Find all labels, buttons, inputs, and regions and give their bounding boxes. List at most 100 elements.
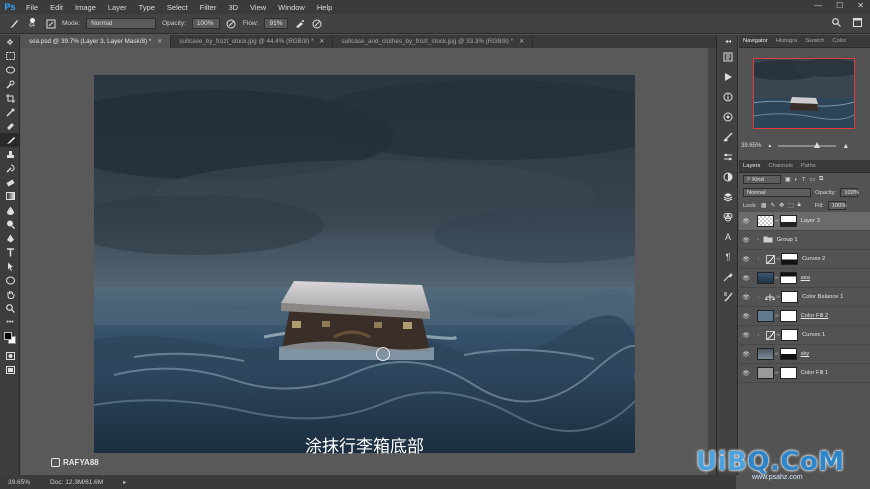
color-swatches[interactable] xyxy=(0,329,20,349)
blur-tool-icon[interactable] xyxy=(0,203,20,217)
link-icon[interactable]: ∞ xyxy=(777,332,781,338)
blend-mode-select[interactable]: Normal xyxy=(743,188,811,197)
eye-icon[interactable]: 👁︎ xyxy=(739,218,753,225)
close-icon[interactable]: ✕ xyxy=(157,38,162,45)
menu-select[interactable]: Select xyxy=(161,3,194,12)
status-menu-arrow-icon[interactable]: ▸ xyxy=(123,479,126,486)
layer-row-color-balance-1[interactable]: 👁︎ ↓ ∞ Color Balance 1 xyxy=(739,288,870,307)
tab-paths[interactable]: Paths xyxy=(797,163,820,169)
foreground-color-swatch[interactable] xyxy=(4,332,12,340)
layer-opacity-input[interactable]: 100% xyxy=(840,188,859,197)
pressure-size-icon[interactable] xyxy=(311,18,322,29)
filter-adjust-icon[interactable]: ◐ xyxy=(794,177,798,183)
navigator-zoom-value[interactable]: 39.65% xyxy=(741,143,761,149)
layer-row-color-fill-2[interactable]: 👁︎ ∞ Color Fill 2 xyxy=(739,307,870,326)
workspace-icon[interactable] xyxy=(853,18,862,29)
search-icon[interactable] xyxy=(832,18,841,29)
marquee-tool-icon[interactable] xyxy=(0,49,20,63)
tab-layers[interactable]: Layers xyxy=(739,163,764,169)
layer-row-sea[interactable]: 👁︎ ∞ sea xyxy=(739,269,870,288)
layer-row-sky[interactable]: 👁︎ ∞ sky xyxy=(739,345,870,364)
tab-swatches[interactable]: Swatch xyxy=(801,38,828,44)
move-tool-icon[interactable]: ✥ xyxy=(0,35,20,49)
menu-edit[interactable]: Edit xyxy=(44,3,69,12)
layer-row-curves-1[interactable]: 👁︎ ↓ ∞ Curves 1 xyxy=(739,326,870,345)
tab-color[interactable]: Color xyxy=(828,38,850,44)
dodge-tool-icon[interactable] xyxy=(0,217,20,231)
gradient-tool-icon[interactable] xyxy=(0,189,20,203)
tab-suitcase-clothes-jpg[interactable]: suitcase_and_clothes_by_frozt_stock.jpg … xyxy=(333,35,534,48)
history-brush-tool-icon[interactable] xyxy=(0,161,20,175)
eye-icon[interactable]: 👁︎ xyxy=(739,256,753,263)
pen-tool-icon[interactable] xyxy=(0,231,20,245)
actions-panel-icon[interactable] xyxy=(717,67,739,87)
menu-3d[interactable]: 3D xyxy=(222,3,244,12)
link-icon[interactable]: ∞ xyxy=(777,256,781,262)
eye-icon[interactable]: 👁︎ xyxy=(739,294,753,301)
clone-stamp-tool-icon[interactable] xyxy=(0,147,20,161)
lock-transparency-icon[interactable]: ▦ xyxy=(761,203,766,209)
menu-image[interactable]: Image xyxy=(69,3,102,12)
zoom-slider-knob[interactable] xyxy=(814,142,821,148)
filter-shape-icon[interactable]: ▭ xyxy=(810,177,815,183)
link-icon[interactable]: ∞ xyxy=(775,313,779,319)
link-icon[interactable]: ∞ xyxy=(775,351,779,357)
layer-mask-thumbnail[interactable] xyxy=(779,367,797,379)
brush-tool-icon[interactable] xyxy=(0,133,20,147)
expand-arrow-icon[interactable]: › xyxy=(757,237,759,243)
canvas-area[interactable]: 涂抹行李箱底部 RAFYA88 xyxy=(21,48,708,475)
channels-panel-icon[interactable] xyxy=(717,207,739,227)
eyedropper-tool-icon[interactable] xyxy=(0,105,20,119)
menu-layer[interactable]: Layer xyxy=(102,3,133,12)
layer-mask-thumbnail[interactable] xyxy=(779,215,797,227)
eye-icon[interactable]: 👁︎ xyxy=(739,370,753,377)
screen-mode-icon[interactable] xyxy=(0,363,20,377)
layer-mask-thumbnail[interactable] xyxy=(781,329,799,341)
layer-mask-thumbnail[interactable] xyxy=(779,310,797,322)
tool-presets-icon[interactable] xyxy=(717,267,739,287)
layer-mask-thumbnail[interactable] xyxy=(779,348,797,360)
menu-view[interactable]: View xyxy=(244,3,272,12)
quick-mask-icon[interactable] xyxy=(0,349,20,363)
layer-row-group-1[interactable]: 👁︎ › Group 1 xyxy=(739,231,870,250)
filter-smart-icon[interactable]: ⧉ xyxy=(819,176,823,183)
lock-pixels-icon[interactable]: ✎ xyxy=(770,203,775,209)
vertical-scrollbar[interactable] xyxy=(708,48,716,475)
maximize-button[interactable]: ☐ xyxy=(836,1,843,10)
menu-type[interactable]: Type xyxy=(133,3,161,12)
layer-row-layer-3[interactable]: 👁︎ ∞ Layer 3 xyxy=(739,212,870,231)
properties-panel-icon[interactable] xyxy=(717,147,739,167)
pressure-opacity-icon[interactable] xyxy=(226,18,237,29)
eye-icon[interactable]: 👁︎ xyxy=(739,237,753,244)
tab-sea-psd[interactable]: sea.psd @ 39.7% (Layer 3, Layer Mask/8) … xyxy=(21,35,172,48)
close-icon[interactable]: ✕ xyxy=(319,38,324,45)
tab-channels[interactable]: Channels xyxy=(764,163,797,169)
layer-kind-filter[interactable]: ⌕ Kind xyxy=(743,175,781,184)
link-icon[interactable]: ∞ xyxy=(775,275,779,281)
layer-mask-thumbnail[interactable] xyxy=(781,253,799,265)
brush-tool-icon[interactable] xyxy=(8,18,19,29)
tab-suitcase-jpg[interactable]: suitcase_by_frozt_stock.jpg @ 44.4% (RGB… xyxy=(171,35,334,48)
status-zoom[interactable]: 39.65% xyxy=(8,479,30,486)
close-icon[interactable]: ✕ xyxy=(519,38,524,45)
link-icon[interactable]: ∞ xyxy=(775,218,779,224)
opacity-input[interactable]: 100% xyxy=(191,18,220,29)
zoom-tool-icon[interactable] xyxy=(0,301,20,315)
close-button[interactable]: ✕ xyxy=(857,1,864,10)
minimize-button[interactable]: — xyxy=(814,1,822,10)
layers-panel-icon[interactable] xyxy=(717,187,739,207)
collapse-dock-icon[interactable]: ◂◂ xyxy=(717,35,739,47)
filter-pixel-icon[interactable]: ▣ xyxy=(785,177,790,183)
layer-mask-thumbnail[interactable] xyxy=(779,272,797,284)
tab-histogram[interactable]: Histogra xyxy=(772,38,802,44)
brush-panel-icon[interactable] xyxy=(45,18,56,29)
crop-tool-icon[interactable] xyxy=(0,91,20,105)
menu-help[interactable]: Help xyxy=(311,3,338,12)
history-panel-icon[interactable] xyxy=(717,47,739,67)
menu-file[interactable]: File xyxy=(20,3,44,12)
lock-all-icon[interactable]: 🔒︎ xyxy=(798,202,801,209)
menu-window[interactable]: Window xyxy=(272,3,311,12)
eye-icon[interactable]: 👁︎ xyxy=(739,332,753,339)
brushes-panel-icon[interactable] xyxy=(717,287,739,307)
lock-position-icon[interactable]: ✥ xyxy=(779,203,784,209)
